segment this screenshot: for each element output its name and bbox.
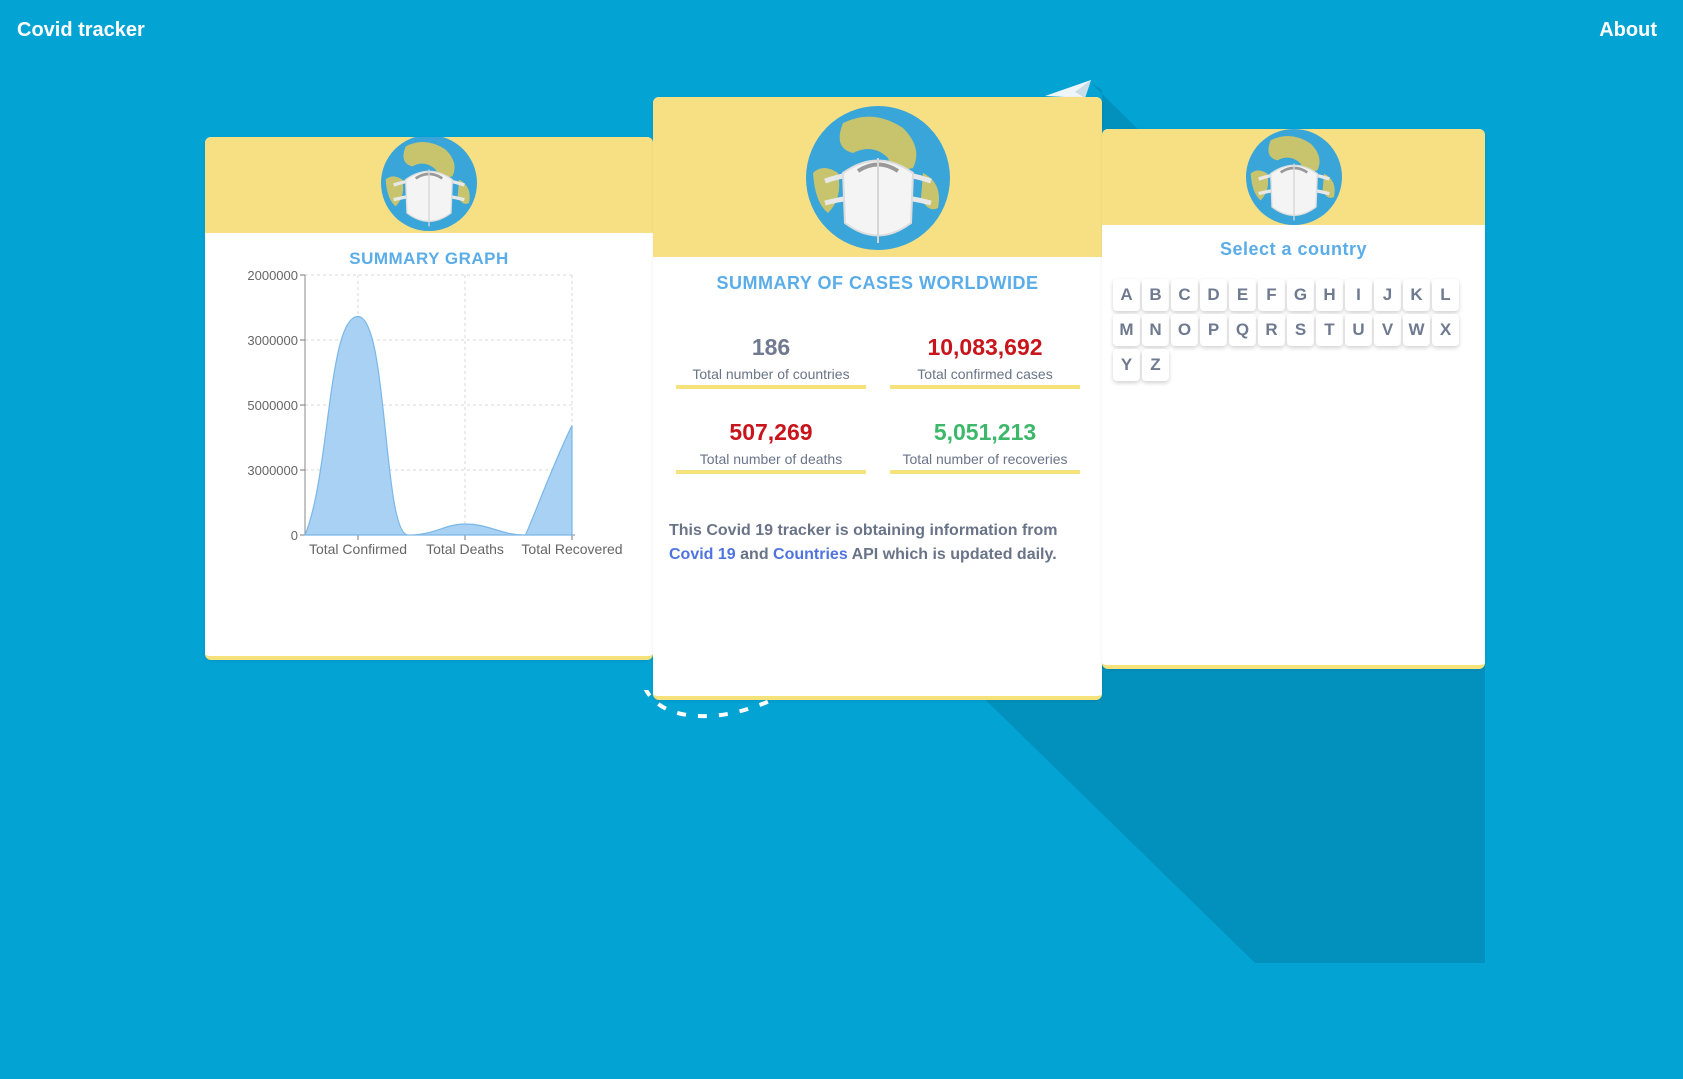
- letter-button-n[interactable]: N: [1142, 314, 1169, 346]
- letter-button-k[interactable]: K: [1403, 279, 1430, 311]
- letter-button-r[interactable]: R: [1258, 314, 1285, 346]
- letter-button-g[interactable]: G: [1287, 279, 1314, 311]
- letter-button-l[interactable]: L: [1432, 279, 1459, 311]
- letter-button-h[interactable]: H: [1316, 279, 1343, 311]
- select-country-card: Select a country ABCDEFGHIJKL MNOPQRSTUVW…: [1102, 129, 1485, 669]
- letter-button-d[interactable]: D: [1200, 279, 1227, 311]
- card-header: [1102, 129, 1485, 225]
- stat-recoveries: 5,051,213 Total number of recoveries: [890, 417, 1080, 474]
- stat-deaths: 507,269 Total number of deaths: [676, 417, 866, 474]
- info-text-after: API which is updated daily.: [851, 546, 1057, 563]
- info-and: and: [740, 546, 769, 563]
- top-navbar: Covid tracker About: [0, 0, 1683, 60]
- stat-label: Total number of deaths: [699, 451, 843, 467]
- letter-button-w[interactable]: W: [1403, 314, 1430, 346]
- x-tick-label: Total Deaths: [426, 541, 504, 557]
- stat-value: 186: [751, 334, 791, 360]
- stat-label: Total confirmed cases: [917, 366, 1053, 382]
- letter-button-i[interactable]: I: [1345, 279, 1372, 311]
- info-text-before: This Covid 19 tracker is obtaining infor…: [669, 522, 1058, 539]
- letter-button-y[interactable]: Y: [1113, 349, 1140, 381]
- letter-button-t[interactable]: T: [1316, 314, 1343, 346]
- stat-value: 5,051,213: [933, 419, 1037, 445]
- stat-value: 10,083,692: [927, 334, 1043, 360]
- letter-picker: ABCDEFGHIJKL MNOPQRSTUVWX YZ: [1113, 279, 1463, 384]
- y-tick-label: 0: [291, 528, 298, 543]
- letter-button-c[interactable]: C: [1171, 279, 1198, 311]
- summary-cases-card: SUMMARY OF CASES WORLDWIDE 186 Total num…: [653, 97, 1102, 700]
- stat-countries: 186 Total number of countries: [676, 332, 866, 389]
- masked-globe-icon: [381, 137, 477, 231]
- y-tick-label: 3000000: [247, 333, 298, 348]
- masked-globe-icon: [1245, 129, 1342, 225]
- card-header: [653, 97, 1102, 257]
- about-link[interactable]: About: [1599, 19, 1657, 42]
- select-country-title: Select a country: [1219, 239, 1368, 259]
- y-tick-label: 5000000: [247, 398, 298, 413]
- letter-button-e[interactable]: E: [1229, 279, 1256, 311]
- countries-api-link[interactable]: Countries: [773, 546, 848, 563]
- x-tick-label: Total Confirmed: [309, 541, 407, 557]
- letter-button-f[interactable]: F: [1258, 279, 1285, 311]
- letter-button-u[interactable]: U: [1345, 314, 1372, 346]
- y-tick-label: 3000000: [247, 463, 298, 478]
- letter-button-j[interactable]: J: [1374, 279, 1401, 311]
- x-tick-label: Total Recovered: [521, 541, 622, 557]
- stat-label: Total number of recoveries: [902, 451, 1068, 467]
- y-tick-label: 2000000: [247, 268, 298, 283]
- masked-globe-icon: [805, 106, 950, 250]
- covid19-api-link[interactable]: Covid 19: [669, 546, 736, 563]
- card-header: [205, 137, 653, 233]
- letter-button-m[interactable]: M: [1113, 314, 1140, 346]
- letter-button-p[interactable]: P: [1200, 314, 1227, 346]
- stat-value: 507,269: [729, 419, 813, 445]
- letter-button-s[interactable]: S: [1287, 314, 1314, 346]
- letter-button-x[interactable]: X: [1432, 314, 1459, 346]
- letter-button-o[interactable]: O: [1171, 314, 1198, 346]
- stat-label: Total number of countries: [692, 366, 850, 382]
- stat-confirmed: 10,083,692 Total confirmed cases: [890, 332, 1080, 389]
- letter-button-b[interactable]: B: [1142, 279, 1169, 311]
- info-text: This Covid 19 tracker is obtaining infor…: [669, 519, 1089, 567]
- letter-button-z[interactable]: Z: [1142, 349, 1169, 381]
- brand-link[interactable]: Covid tracker: [17, 19, 145, 42]
- letter-button-v[interactable]: V: [1374, 314, 1401, 346]
- area-series: [304, 315, 573, 536]
- summary-title: SUMMARY OF CASES WORLDWIDE: [716, 273, 1039, 293]
- summary-graph-card: SUMMARY GRAPH 0 3000000 5000000 3000000 2000…: [205, 137, 653, 660]
- letter-button-q[interactable]: Q: [1229, 314, 1256, 346]
- stats-grid: 186 Total number of countries 10,083,692…: [676, 332, 1080, 474]
- letter-button-a[interactable]: A: [1113, 279, 1140, 311]
- summary-area-chart: 0 3000000 5000000 3000000 2000000 Total Confi…: [247, 268, 622, 557]
